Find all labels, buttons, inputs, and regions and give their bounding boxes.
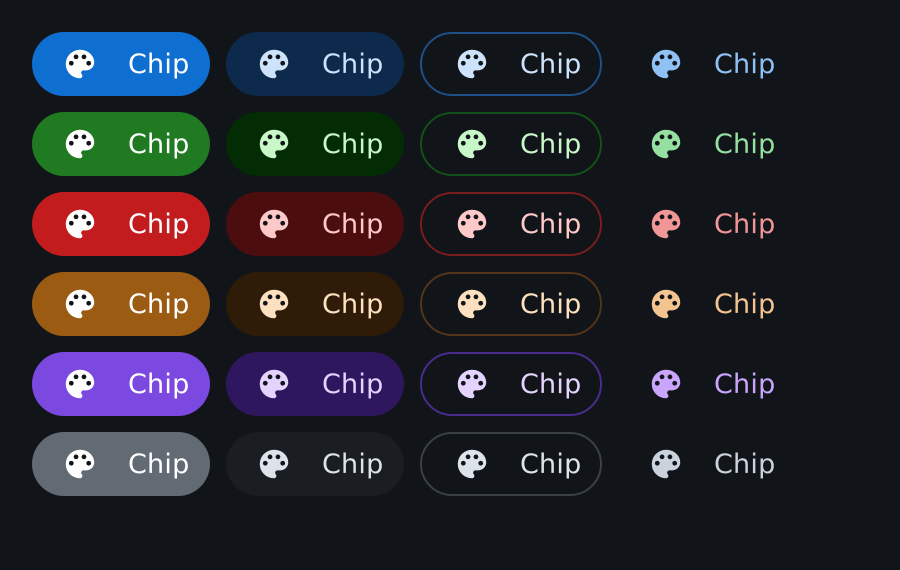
- palette-icon: [254, 444, 294, 484]
- chip-primary-outlined[interactable]: Chip: [420, 32, 602, 96]
- chip-label: Chip: [322, 48, 384, 80]
- chip-violet-tonal[interactable]: Chip: [226, 352, 404, 416]
- chip-violet-outlined[interactable]: Chip: [420, 352, 602, 416]
- chip-primary-plain[interactable]: Chip: [618, 32, 788, 96]
- chip-label: Chip: [128, 448, 190, 480]
- palette-icon: [646, 124, 686, 164]
- chip-row-success: Chip Chip Chip Chip: [32, 112, 804, 176]
- chip-label: Chip: [322, 448, 384, 480]
- palette-icon: [254, 204, 294, 244]
- chip-success-filled[interactable]: Chip: [32, 112, 210, 176]
- chip-label: Chip: [714, 128, 776, 160]
- chip-danger-filled[interactable]: Chip: [32, 192, 210, 256]
- palette-icon: [60, 204, 100, 244]
- chip-label: Chip: [322, 128, 384, 160]
- chip-label: Chip: [520, 368, 582, 400]
- palette-icon: [452, 284, 492, 324]
- chip-neutral-outlined[interactable]: Chip: [420, 432, 602, 496]
- chip-label: Chip: [520, 288, 582, 320]
- palette-icon: [60, 124, 100, 164]
- chip-label: Chip: [714, 368, 776, 400]
- palette-icon: [646, 364, 686, 404]
- chip-label: Chip: [520, 208, 582, 240]
- chip-row-violet: Chip Chip Chip Chip: [32, 352, 804, 416]
- chip-primary-filled[interactable]: Chip: [32, 32, 210, 96]
- chip-label: Chip: [128, 48, 190, 80]
- palette-icon: [60, 364, 100, 404]
- chip-neutral-tonal[interactable]: Chip: [226, 432, 404, 496]
- chip-label: Chip: [128, 208, 190, 240]
- chip-row-warning: Chip Chip Chip Chip: [32, 272, 804, 336]
- chip-warning-tonal[interactable]: Chip: [226, 272, 404, 336]
- palette-icon: [60, 444, 100, 484]
- palette-icon: [254, 124, 294, 164]
- chip-label: Chip: [128, 368, 190, 400]
- chip-label: Chip: [322, 368, 384, 400]
- chip-row-neutral: Chip Chip Chip Chip: [32, 432, 804, 496]
- chip-label: Chip: [322, 288, 384, 320]
- palette-icon: [646, 44, 686, 84]
- chip-warning-filled[interactable]: Chip: [32, 272, 210, 336]
- chip-neutral-filled[interactable]: Chip: [32, 432, 210, 496]
- chip-danger-outlined[interactable]: Chip: [420, 192, 602, 256]
- chip-violet-filled[interactable]: Chip: [32, 352, 210, 416]
- palette-icon: [646, 284, 686, 324]
- palette-icon: [452, 44, 492, 84]
- chip-label: Chip: [322, 208, 384, 240]
- chip-label: Chip: [128, 128, 190, 160]
- chip-success-tonal[interactable]: Chip: [226, 112, 404, 176]
- chip-label: Chip: [714, 288, 776, 320]
- chip-label: Chip: [520, 48, 582, 80]
- chip-warning-outlined[interactable]: Chip: [420, 272, 602, 336]
- chip-label: Chip: [714, 448, 776, 480]
- chip-violet-plain[interactable]: Chip: [618, 352, 788, 416]
- chip-success-plain[interactable]: Chip: [618, 112, 788, 176]
- chip-row-primary: Chip Chip Chip Chip: [32, 32, 804, 96]
- palette-icon: [254, 364, 294, 404]
- chip-grid: Chip Chip Chip Chip Chip Chip Chip Chip Chip Chip…: [32, 32, 804, 512]
- chip-label: Chip: [714, 208, 776, 240]
- palette-icon: [60, 44, 100, 84]
- palette-icon: [254, 44, 294, 84]
- chip-label: Chip: [520, 448, 582, 480]
- chip-label: Chip: [128, 288, 190, 320]
- palette-icon: [452, 204, 492, 244]
- chip-row-danger: Chip Chip Chip Chip: [32, 192, 804, 256]
- chip-neutral-plain[interactable]: Chip: [618, 432, 788, 496]
- chip-primary-tonal[interactable]: Chip: [226, 32, 404, 96]
- palette-icon: [646, 204, 686, 244]
- chip-success-outlined[interactable]: Chip: [420, 112, 602, 176]
- palette-icon: [646, 444, 686, 484]
- palette-icon: [60, 284, 100, 324]
- chip-label: Chip: [714, 48, 776, 80]
- palette-icon: [452, 364, 492, 404]
- chip-label: Chip: [520, 128, 582, 160]
- palette-icon: [452, 124, 492, 164]
- palette-icon: [452, 444, 492, 484]
- chip-warning-plain[interactable]: Chip: [618, 272, 788, 336]
- chip-danger-tonal[interactable]: Chip: [226, 192, 404, 256]
- chip-danger-plain[interactable]: Chip: [618, 192, 788, 256]
- palette-icon: [254, 284, 294, 324]
